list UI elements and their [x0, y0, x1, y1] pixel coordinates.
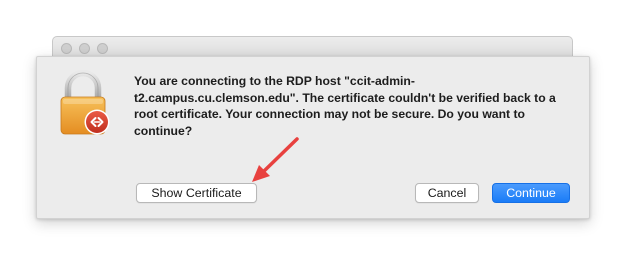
dialog-message: You are connecting to the RDP host "ccit…	[134, 74, 556, 138]
minimize-window-icon[interactable]	[79, 43, 90, 54]
screenshot: You are connecting to the RDP host "ccit…	[0, 0, 624, 280]
show-certificate-button[interactable]: Show Certificate	[136, 183, 257, 203]
lock-icon	[59, 69, 115, 141]
cancel-button[interactable]: Cancel	[415, 183, 479, 203]
continue-button[interactable]: Continue	[492, 183, 570, 203]
zoom-window-icon[interactable]	[97, 43, 108, 54]
certificate-warning-dialog: You are connecting to the RDP host "ccit…	[36, 56, 590, 219]
close-window-icon[interactable]	[61, 43, 72, 54]
